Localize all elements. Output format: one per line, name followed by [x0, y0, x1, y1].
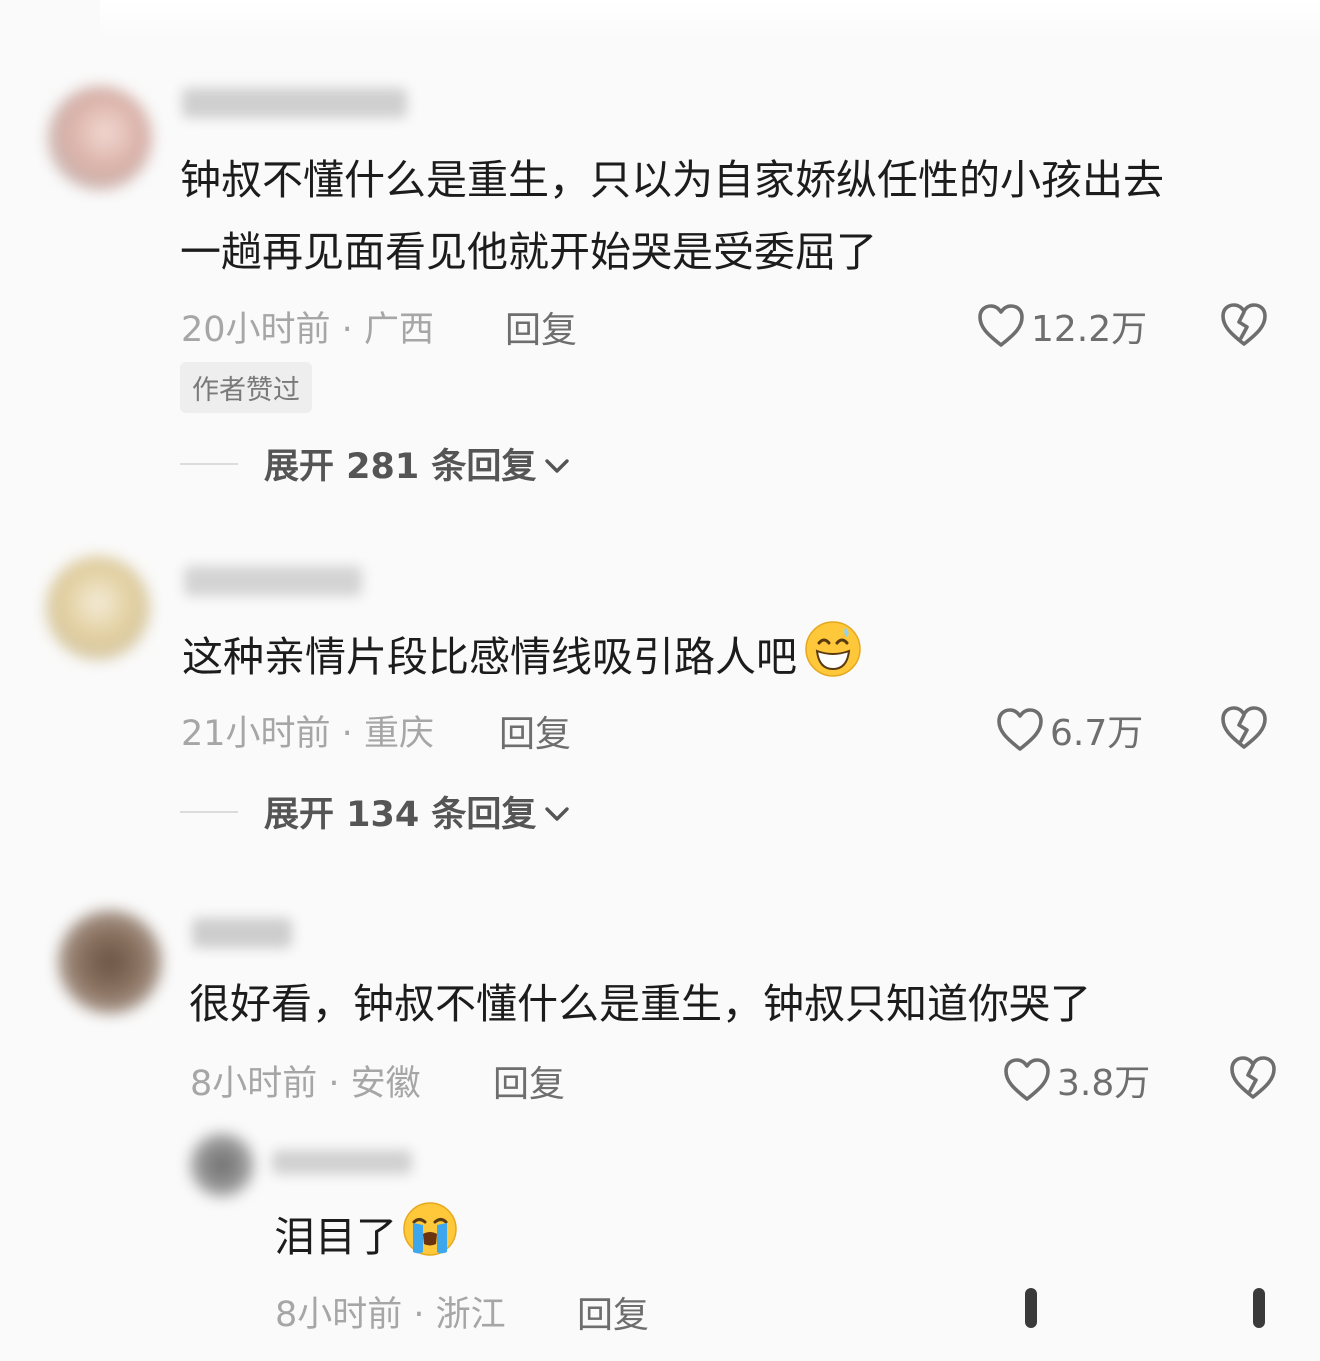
broken-heart-icon [1229, 1055, 1277, 1101]
divider-line [180, 810, 238, 813]
comment-location: 重庆 [363, 714, 434, 754]
like-button[interactable]: 6.7万 [996, 704, 1143, 756]
sub-reply-time: 8小时前 [275, 1295, 403, 1335]
broken-heart-icon [1220, 302, 1268, 348]
grinning-sweat-emoji [803, 619, 863, 701]
meta-separator: · [317, 1064, 351, 1104]
meta-separator: · [402, 1295, 436, 1335]
like-button[interactable]: 3.8万 [1003, 1054, 1150, 1106]
comment-text-line2: 一趟再见面看见他就开始哭是受委屈了 [180, 228, 877, 276]
expand-replies-label: 展开 134 条回复 [264, 795, 537, 835]
loudly-crying-emoji [401, 1200, 459, 1280]
top-fade [100, 0, 1320, 40]
expand-replies-button[interactable]: 展开 134 条回复 [180, 786, 570, 837]
meta-separator: · [330, 714, 364, 754]
comment-text: 这种亲情片段比感情线吸引路人吧 [182, 619, 863, 701]
comment-text-content: 这种亲情片段比感情线吸引路人吧 [182, 633, 797, 681]
avatar[interactable] [58, 910, 162, 1014]
expand-replies-label: 展开 281 条回复 [264, 447, 537, 487]
username-blurred[interactable] [182, 88, 407, 118]
sub-reply-text: 泪目了 [274, 1200, 459, 1280]
heart-icon [996, 707, 1044, 753]
dislike-button[interactable] [1220, 705, 1268, 751]
avatar[interactable] [48, 86, 152, 190]
sub-reply-text-content: 泪目了 [274, 1213, 397, 1261]
comment-location: 广西 [363, 310, 434, 350]
heart-icon [1003, 1057, 1051, 1103]
broken-heart-icon [1220, 705, 1268, 751]
author-liked-badge: 作者赞过 [180, 362, 312, 413]
dislike-button[interactable] [1229, 1055, 1277, 1101]
comment-text-line1: 钟叔不懂什么是重生，只以为自家娇纵任性的小孩出去 [180, 156, 1164, 204]
reply-button[interactable]: 回复 [577, 1286, 649, 1338]
sub-reply-meta: 8小时前 · 浙江 [275, 1286, 506, 1337]
comment-time: 21小时前 [181, 714, 331, 754]
comment-location: 安徽 [350, 1064, 421, 1104]
meta-separator: · [330, 310, 364, 350]
comment-text: 很好看，钟叔不懂什么是重生，钟叔只知道你哭了 [189, 980, 1091, 1028]
heart-icon [977, 303, 1025, 349]
like-button[interactable]: 12.2万 [977, 300, 1147, 352]
comment-time: 20小时前 [181, 310, 331, 350]
sub-reply-avatar[interactable] [190, 1133, 254, 1197]
sub-reply-username-blurred[interactable] [272, 1150, 412, 1174]
reply-button[interactable]: 回复 [505, 301, 577, 353]
comment-meta: 8小时前 · 安徽 [190, 1055, 421, 1106]
comment-time: 8小时前 [190, 1064, 318, 1104]
chevron-down-icon [544, 444, 570, 484]
sub-reply-location: 浙江 [435, 1295, 506, 1335]
like-count: 3.8万 [1057, 1063, 1151, 1104]
like-count: 6.7万 [1050, 713, 1144, 754]
comment-meta: 20小时前 · 广西 [181, 301, 434, 352]
scroll-indicator-left [1025, 1288, 1037, 1328]
reply-button[interactable]: 回复 [499, 705, 571, 757]
username-blurred[interactable] [192, 918, 292, 948]
dislike-button[interactable] [1220, 302, 1268, 348]
scroll-indicator-right [1253, 1288, 1265, 1328]
username-blurred[interactable] [184, 566, 362, 596]
comment-meta: 21小时前 · 重庆 [181, 705, 434, 756]
reply-button[interactable]: 回复 [493, 1055, 565, 1107]
chevron-down-icon [544, 792, 570, 832]
divider-line [180, 462, 238, 465]
like-count: 12.2万 [1031, 309, 1148, 350]
expand-replies-button[interactable]: 展开 281 条回复 [180, 438, 570, 489]
avatar[interactable] [46, 556, 150, 660]
